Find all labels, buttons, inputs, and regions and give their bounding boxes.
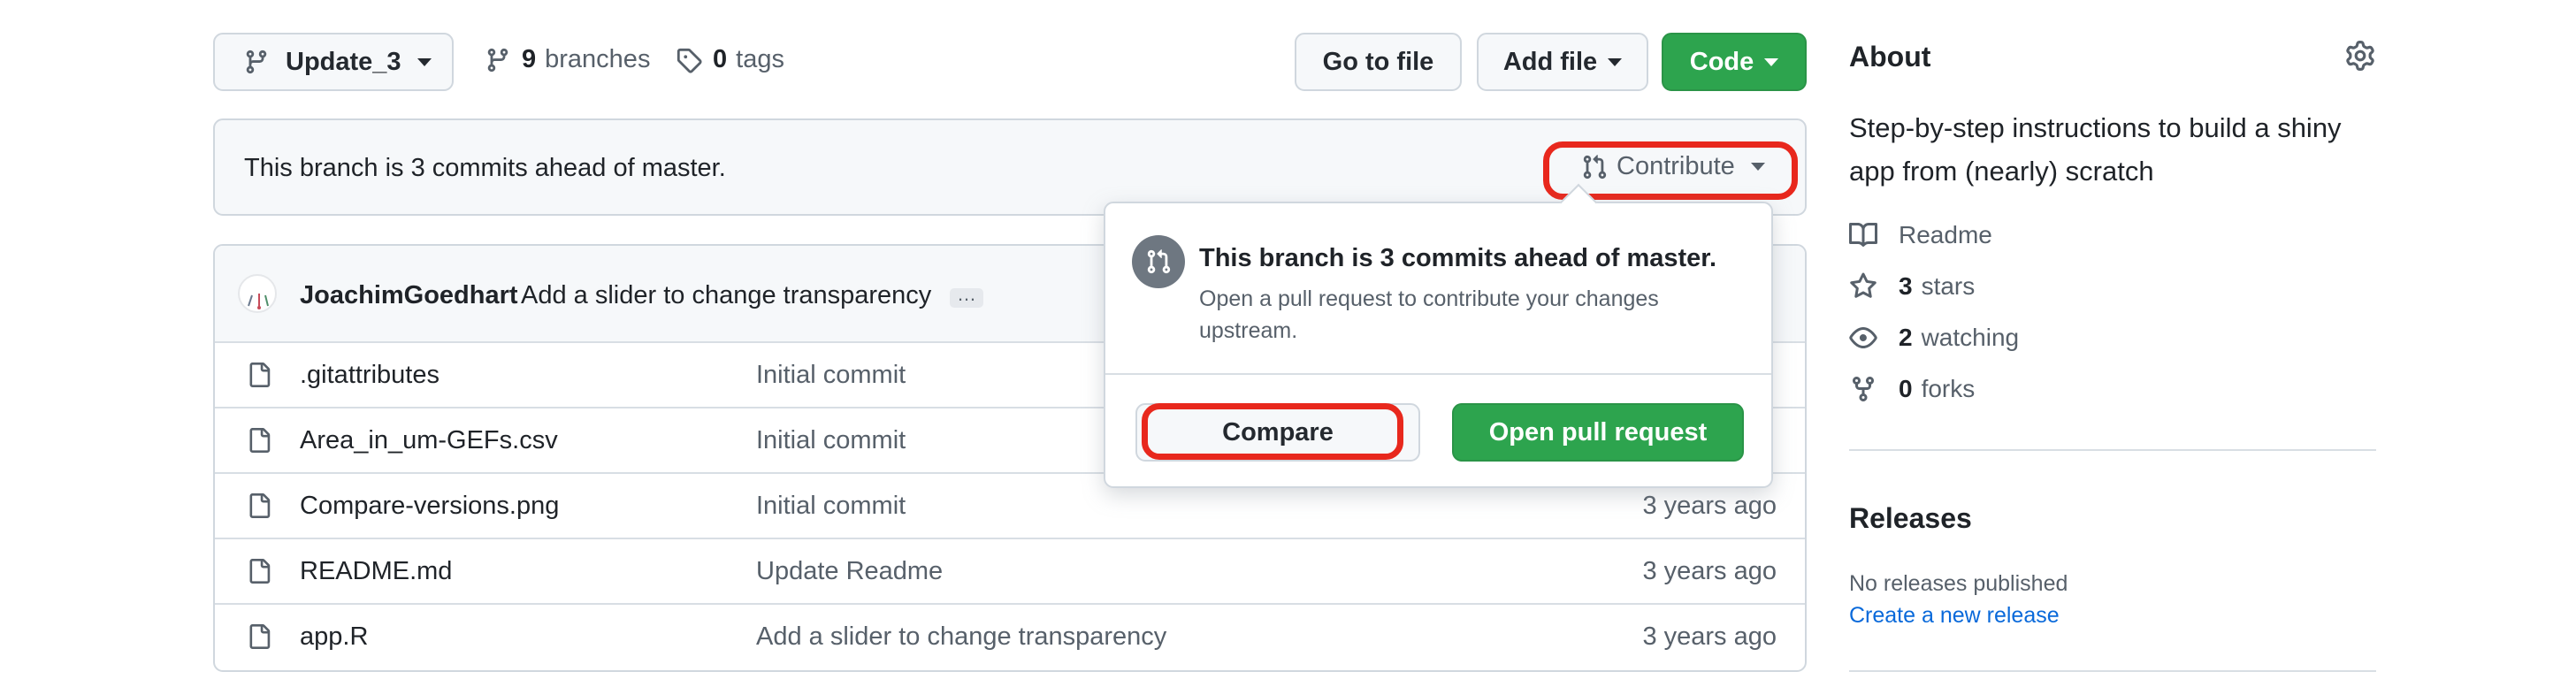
- popover-divider: [1105, 373, 1771, 375]
- fork-icon: [1849, 375, 1899, 403]
- branch-status-text: This branch is 3 commits ahead of master…: [244, 154, 726, 182]
- forks-label: forks: [1921, 375, 1976, 402]
- gear-icon[interactable]: [2345, 41, 2375, 71]
- about-heading: About: [1849, 41, 1931, 73]
- file-name[interactable]: Area_in_um-GEFs.csv: [300, 426, 558, 455]
- file-commit-message[interactable]: Initial commit: [756, 426, 906, 455]
- branch-icon: [243, 48, 270, 76]
- releases-heading[interactable]: Releases: [1849, 502, 1972, 535]
- add-file-label: Add file: [1502, 47, 1598, 76]
- code-label: Code: [1689, 47, 1754, 76]
- open-pull-request-button[interactable]: Open pull request: [1452, 403, 1744, 462]
- file-icon: [247, 557, 271, 585]
- commit-ellipsis-button[interactable]: …: [950, 285, 983, 308]
- commit-message[interactable]: Add a slider to change transparency: [521, 281, 931, 310]
- sidebar-divider: [1849, 670, 2376, 672]
- branch-name: Update_3: [286, 47, 401, 76]
- contribute-popover: This branch is 3 commits ahead of master…: [1104, 202, 1773, 488]
- forks-count: 0: [1899, 375, 1913, 402]
- add-file-button[interactable]: Add file: [1477, 33, 1648, 91]
- releases-empty-text: No releases published: [1849, 571, 2068, 596]
- file-commit-message[interactable]: Initial commit: [756, 492, 906, 521]
- file-age: 3 years ago: [1642, 556, 1777, 585]
- stars-count: 3: [1899, 272, 1913, 300]
- go-to-file-button[interactable]: Go to file: [1295, 33, 1462, 91]
- watching-count: 2: [1899, 324, 1913, 351]
- branch-select-button[interactable]: Update_3: [213, 33, 454, 91]
- file-icon: [247, 492, 271, 520]
- file-name[interactable]: Compare-versions.png: [300, 492, 559, 521]
- forks-link[interactable]: 0 forks: [1849, 375, 1975, 403]
- branch-icon: [485, 46, 511, 74]
- table-row[interactable]: app.R Add a slider to change transparenc…: [215, 603, 1805, 668]
- sidebar-divider: [1849, 449, 2376, 451]
- table-row[interactable]: README.md Update Readme 3 years ago: [215, 538, 1805, 603]
- readme-link[interactable]: Readme: [1849, 221, 1992, 249]
- tags-link[interactable]: 0 tags: [676, 45, 784, 74]
- branches-link[interactable]: 9 branches: [485, 45, 650, 74]
- file-name[interactable]: app.R: [300, 622, 368, 652]
- watching-label: watching: [1921, 324, 2020, 351]
- pull-request-badge: [1132, 235, 1185, 288]
- file-icon: [247, 361, 271, 389]
- chevron-down-icon: [1764, 57, 1779, 66]
- chevron-down-icon: [417, 57, 432, 66]
- file-name[interactable]: README.md: [300, 557, 452, 586]
- contribute-button[interactable]: Contribute: [1581, 152, 1765, 181]
- star-icon: [1849, 272, 1899, 301]
- file-age: 3 years ago: [1642, 622, 1777, 651]
- commit-author[interactable]: JoachimGoedhart: [300, 281, 518, 310]
- readme-label: Readme: [1899, 221, 1992, 248]
- file-icon: [247, 622, 271, 651]
- code-button[interactable]: Code: [1662, 33, 1807, 91]
- popover-description: Open a pull request to contribute your c…: [1199, 286, 1659, 343]
- chevron-down-icon: [1750, 163, 1765, 171]
- about-description: Step-by-step instructions to build a shi…: [1849, 112, 2342, 187]
- avatar[interactable]: [238, 274, 277, 313]
- tag-icon: [676, 47, 702, 73]
- popover-title: This branch is 3 commits ahead of master…: [1199, 244, 1717, 272]
- tags-label: tags: [736, 45, 784, 73]
- file-age: 3 years ago: [1642, 491, 1777, 520]
- file-icon: [247, 426, 271, 454]
- file-commit-message[interactable]: Initial commit: [756, 361, 906, 390]
- compare-button[interactable]: Compare: [1135, 403, 1420, 462]
- file-commit-message[interactable]: Add a slider to change transparency: [756, 622, 1166, 652]
- contribute-label: Contribute: [1617, 152, 1735, 180]
- watching-link[interactable]: 2 watching: [1849, 324, 2019, 352]
- stars-label: stars: [1921, 272, 1976, 300]
- stars-link[interactable]: 3 stars: [1849, 272, 1975, 301]
- create-release-link[interactable]: Create a new release: [1849, 603, 2060, 629]
- pull-request-icon: [1581, 153, 1608, 181]
- chevron-down-icon: [1608, 57, 1623, 66]
- branches-label: branches: [545, 45, 651, 73]
- branches-count: 9: [522, 45, 537, 73]
- eye-icon: [1849, 324, 1899, 352]
- tags-count: 0: [713, 45, 728, 73]
- file-name[interactable]: .gitattributes: [300, 361, 440, 390]
- file-commit-message[interactable]: Update Readme: [756, 557, 943, 586]
- book-icon: [1849, 221, 1899, 249]
- pull-request-icon: [1145, 248, 1172, 276]
